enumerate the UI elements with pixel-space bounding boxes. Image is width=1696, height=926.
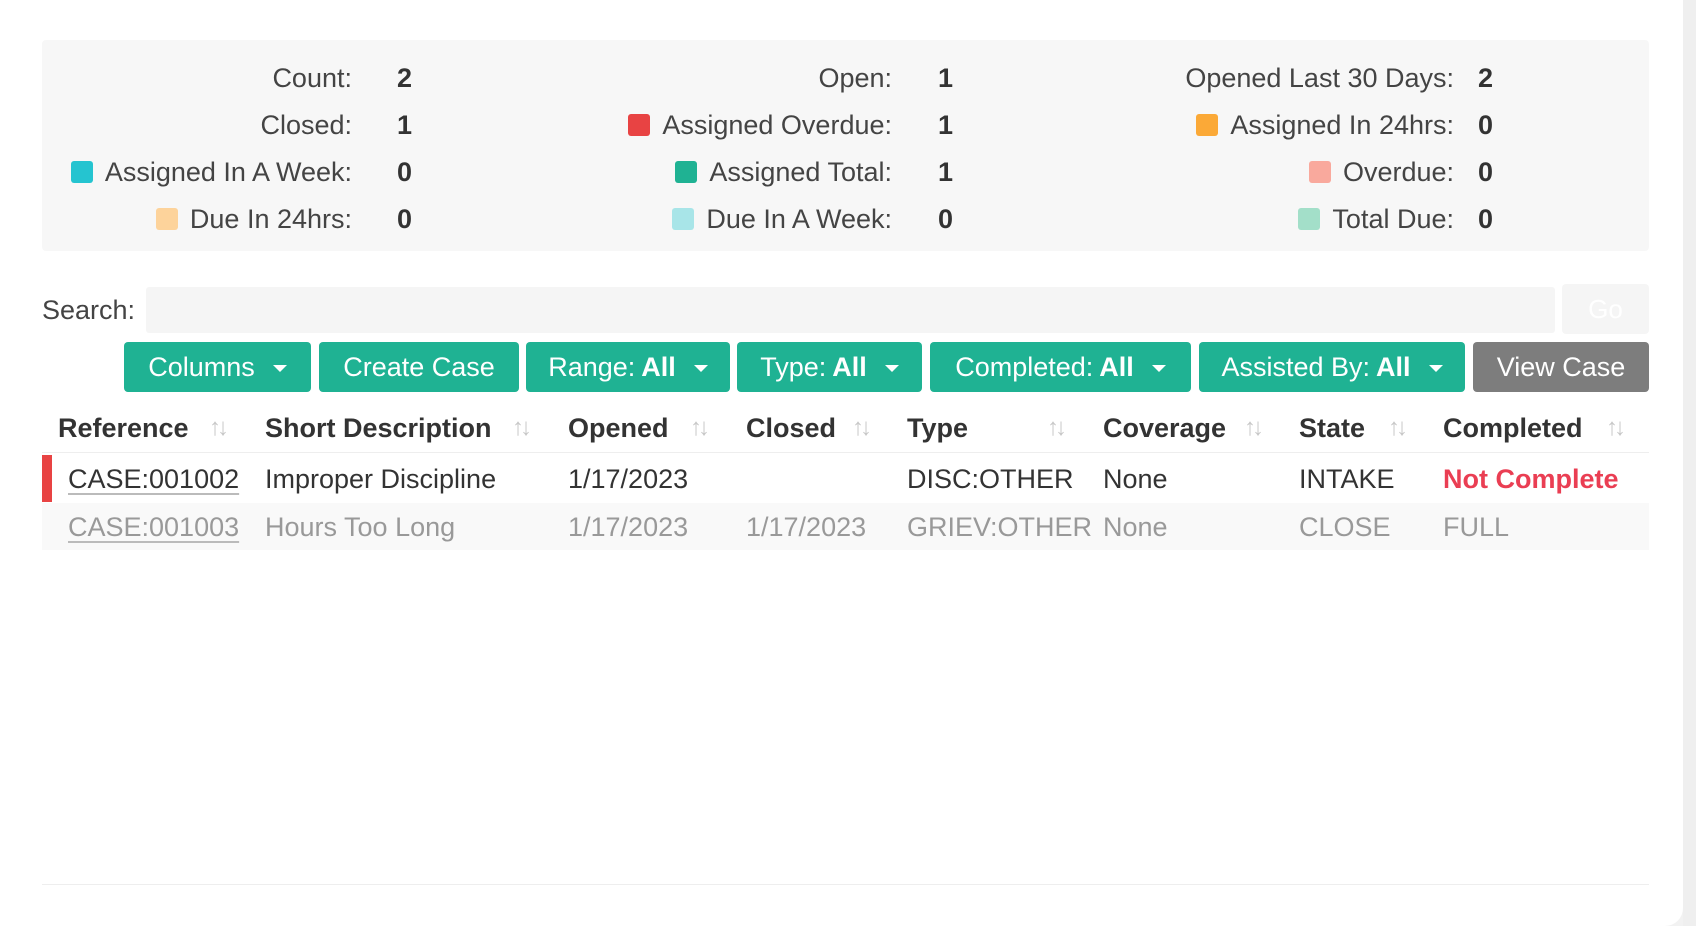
case-reference-link[interactable]: CASE:001002 bbox=[68, 459, 239, 499]
caret-down-icon bbox=[693, 364, 708, 372]
cell-coverage: None bbox=[1103, 464, 1168, 494]
create-case-button[interactable]: Create Case bbox=[319, 342, 519, 392]
cell-opened: 1/17/2023 bbox=[568, 512, 689, 542]
sort-icon[interactable]: ↑↓ bbox=[1047, 408, 1067, 448]
stat-label: Assigned In 24hrs: bbox=[1230, 110, 1454, 140]
cell-short-description: Improper Discipline bbox=[265, 464, 497, 494]
cell-state: CLOSE bbox=[1299, 512, 1391, 542]
swatch-icon bbox=[1298, 208, 1321, 230]
caret-down-icon bbox=[884, 364, 899, 372]
stats-column-3: Opened Last 30 Days: 2 Assigned In 24hrs… bbox=[42, 58, 1493, 246]
stat-label: Opened Last 30 Days: bbox=[1185, 63, 1454, 93]
stat-overdue: Overdue: 0 bbox=[42, 152, 1493, 199]
cell-closed: 1/17/2023 bbox=[746, 512, 867, 542]
range-filter-dropdown[interactable]: Range: All bbox=[526, 342, 730, 392]
stat-value: 0 bbox=[1478, 157, 1494, 187]
cell-opened: 1/17/2023 bbox=[568, 464, 689, 494]
column-header-completed[interactable]: Completed bbox=[1443, 408, 1583, 448]
cell-type: GRIEV:OTHER bbox=[907, 512, 1093, 542]
type-filter-dropdown[interactable]: Type: All bbox=[737, 342, 922, 392]
swatch-icon bbox=[1196, 114, 1219, 136]
stat-label: Total Due: bbox=[1332, 204, 1454, 234]
range-value: All bbox=[641, 351, 676, 382]
cell-completed-status: FULL bbox=[1443, 512, 1510, 542]
sort-icon[interactable]: ↑↓ bbox=[1244, 408, 1264, 448]
sort-icon[interactable]: ↑↓ bbox=[512, 408, 532, 448]
sort-icon[interactable]: ↑↓ bbox=[1606, 408, 1626, 448]
cell-type: DISC:OTHER bbox=[907, 464, 1074, 494]
column-header-coverage[interactable]: Coverage bbox=[1103, 408, 1226, 448]
assisted-prefix: Assisted By: bbox=[1221, 351, 1371, 382]
sort-icon[interactable]: ↑↓ bbox=[1388, 408, 1408, 448]
sort-icon[interactable]: ↑↓ bbox=[209, 408, 229, 448]
stat-label: Overdue: bbox=[1342, 157, 1454, 187]
view-case-button[interactable]: View Case bbox=[1473, 342, 1649, 392]
cell-coverage: None bbox=[1103, 512, 1168, 542]
cell-short-description: Hours Too Long bbox=[265, 512, 456, 542]
swatch-icon bbox=[1308, 161, 1331, 183]
completed-value: All bbox=[1099, 351, 1134, 382]
stat-value: 0 bbox=[1478, 110, 1494, 140]
case-reference-link[interactable]: CASE:001003 bbox=[68, 507, 239, 547]
create-case-label: Create Case bbox=[343, 351, 495, 382]
caret-down-icon bbox=[272, 364, 287, 372]
stat-opened-last-30-days: Opened Last 30 Days: 2 bbox=[42, 58, 1493, 105]
column-header-short-description[interactable]: Short Description bbox=[265, 408, 492, 448]
assisted-by-filter-dropdown[interactable]: Assisted By: All bbox=[1199, 342, 1465, 392]
overdue-row-indicator bbox=[42, 455, 52, 502]
type-value: All bbox=[832, 351, 867, 382]
range-prefix: Range: bbox=[548, 351, 636, 382]
search-label: Search: bbox=[42, 295, 136, 325]
assisted-value: All bbox=[1376, 351, 1411, 382]
caret-down-icon bbox=[1151, 364, 1166, 372]
search-input[interactable] bbox=[146, 287, 1555, 333]
stat-value: 0 bbox=[1478, 204, 1494, 234]
stat-value: 2 bbox=[1478, 63, 1494, 93]
columns-label: Columns bbox=[148, 351, 255, 382]
column-header-closed[interactable]: Closed bbox=[746, 408, 836, 448]
footer-divider bbox=[42, 884, 1649, 885]
sort-icon[interactable]: ↑↓ bbox=[852, 408, 872, 448]
stats-summary: Count: 2 Closed: 1 Assigned In A Week: 0… bbox=[42, 40, 1649, 251]
stat-total-due: Total Due: 0 bbox=[42, 199, 1493, 246]
column-header-opened[interactable]: Opened bbox=[568, 408, 669, 448]
sort-icon[interactable]: ↑↓ bbox=[690, 408, 710, 448]
column-header-type[interactable]: Type bbox=[907, 408, 968, 448]
column-header-reference[interactable]: Reference bbox=[58, 408, 189, 448]
header-divider bbox=[42, 452, 1649, 453]
scrollbar[interactable] bbox=[1683, 0, 1696, 926]
completed-prefix: Completed: bbox=[955, 351, 1094, 382]
cell-state: INTAKE bbox=[1299, 464, 1395, 494]
go-button[interactable]: Go bbox=[1562, 284, 1649, 334]
stat-assigned-in-24hrs: Assigned In 24hrs: 0 bbox=[42, 105, 1493, 152]
columns-dropdown-button[interactable]: Columns bbox=[124, 342, 311, 392]
view-case-label: View Case bbox=[1496, 351, 1626, 382]
cell-completed-status: Not Complete bbox=[1443, 464, 1619, 494]
caret-down-icon bbox=[1428, 364, 1443, 372]
column-header-state[interactable]: State bbox=[1299, 408, 1365, 448]
completed-filter-dropdown[interactable]: Completed: All bbox=[930, 342, 1191, 392]
type-prefix: Type: bbox=[760, 351, 827, 382]
